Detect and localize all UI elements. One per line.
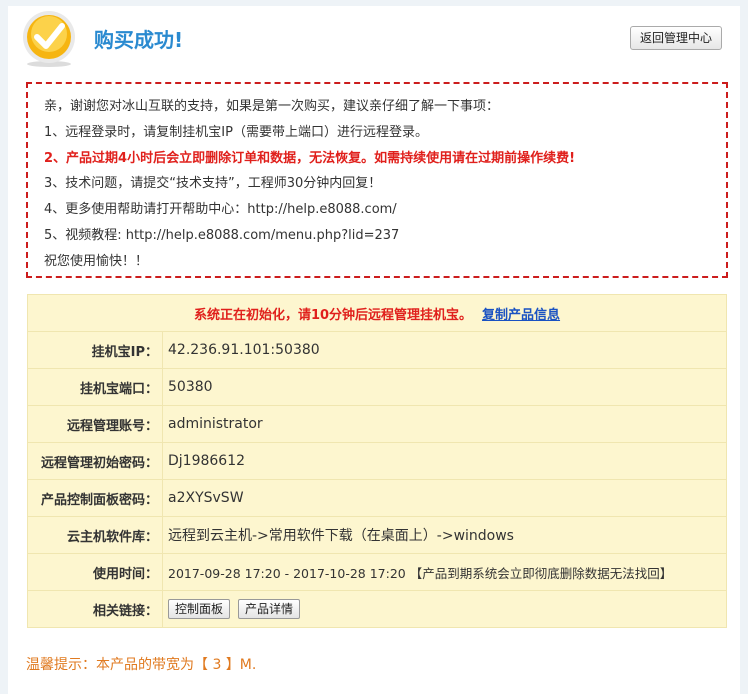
- notice-line: 4、更多使用帮助请打开帮助中心：http://help.e8088.com/: [44, 202, 397, 218]
- row-value: 50380: [162, 368, 727, 406]
- row-value: a2XYSvSW: [162, 479, 727, 517]
- copy-product-info-link[interactable]: 复制产品信息: [482, 308, 560, 323]
- row-label: 相关链接：: [27, 590, 163, 628]
- row-label: 挂机宝IP：: [27, 331, 163, 369]
- row-value: 42.236.91.101:50380: [162, 331, 727, 369]
- success-check-icon: [23, 11, 75, 67]
- notice-line: 5、视频教程: http://help.e8088.com/menu.php?l…: [44, 227, 400, 243]
- row-value: 2017-09-28 17:20 - 2017-10-28 17:20 【产品到…: [162, 553, 727, 591]
- control-panel-button[interactable]: 控制面板: [168, 599, 231, 619]
- links-row: 相关链接： 控制面板 产品详情: [27, 590, 727, 628]
- table-row: 云主机软件库： 远程到云主机->常用软件下载（在桌面上）->windows: [27, 516, 727, 554]
- notice-line: 1、远程登录时，请复制挂机宝IP（需要带上端口）进行远程登录。: [44, 124, 428, 140]
- row-label: 远程管理初始密码：: [27, 442, 163, 480]
- table-row: 挂机宝IP： 42.236.91.101:50380: [27, 331, 727, 369]
- notice-line: 3、技术问题，请提交“技术支持”，工程师30分钟内回复！: [44, 176, 382, 192]
- back-to-management-button[interactable]: 返回管理中心: [630, 26, 722, 50]
- row-label: 远程管理账号：: [27, 405, 163, 443]
- row-label: 使用时间：: [27, 553, 163, 591]
- header: 购买成功! 返回管理中心: [8, 6, 740, 68]
- row-value: Dj1986612: [162, 442, 727, 480]
- table-row: 挂机宝端口： 50380: [27, 368, 727, 406]
- notice-box: 亲，谢谢您对冰山互联的支持，如果是第一次购买，建议亲仔细了解一下事项： 1、远程…: [26, 82, 728, 278]
- bandwidth-tip: 温馨提示：本产品的带宽为【 3 】M.: [26, 657, 257, 673]
- notice-warning-line: 2、产品过期4小时后会立即删除订单和数据，无法恢复。如需持续使用请在过期前操作续…: [44, 150, 576, 166]
- page: 购买成功! 返回管理中心 亲，谢谢您对冰山互联的支持，如果是第一次购买，建议亲仔…: [8, 6, 740, 694]
- table-row: 远程管理账号： administrator: [27, 405, 727, 443]
- status-message: 系统正在初始化，请10分钟后远程管理挂机宝。: [193, 307, 473, 323]
- table-row: 产品控制面板密码： a2XYSvSW: [27, 479, 727, 517]
- table-row: 远程管理初始密码： Dj1986612: [27, 442, 727, 480]
- product-info-table: 系统正在初始化，请10分钟后远程管理挂机宝。 复制产品信息 挂机宝IP： 42.2…: [27, 294, 727, 628]
- notice-line: 祝您使用愉快！！: [44, 253, 149, 269]
- table-row: 使用时间： 2017-09-28 17:20 - 2017-10-28 17:2…: [27, 553, 727, 591]
- product-detail-button[interactable]: 产品详情: [238, 599, 301, 619]
- status-row: 系统正在初始化，请10分钟后远程管理挂机宝。 复制产品信息: [27, 294, 727, 332]
- row-label: 产品控制面板密码：: [27, 479, 163, 517]
- row-value: 远程到云主机->常用软件下载（在桌面上）->windows: [162, 516, 727, 554]
- notice-line: 亲，谢谢您对冰山互联的支持，如果是第一次购买，建议亲仔细了解一下事项：: [44, 99, 500, 114]
- page-title: 购买成功!: [94, 28, 184, 52]
- row-label: 云主机软件库：: [27, 516, 163, 554]
- row-label: 挂机宝端口：: [27, 368, 163, 406]
- row-value: administrator: [162, 405, 727, 443]
